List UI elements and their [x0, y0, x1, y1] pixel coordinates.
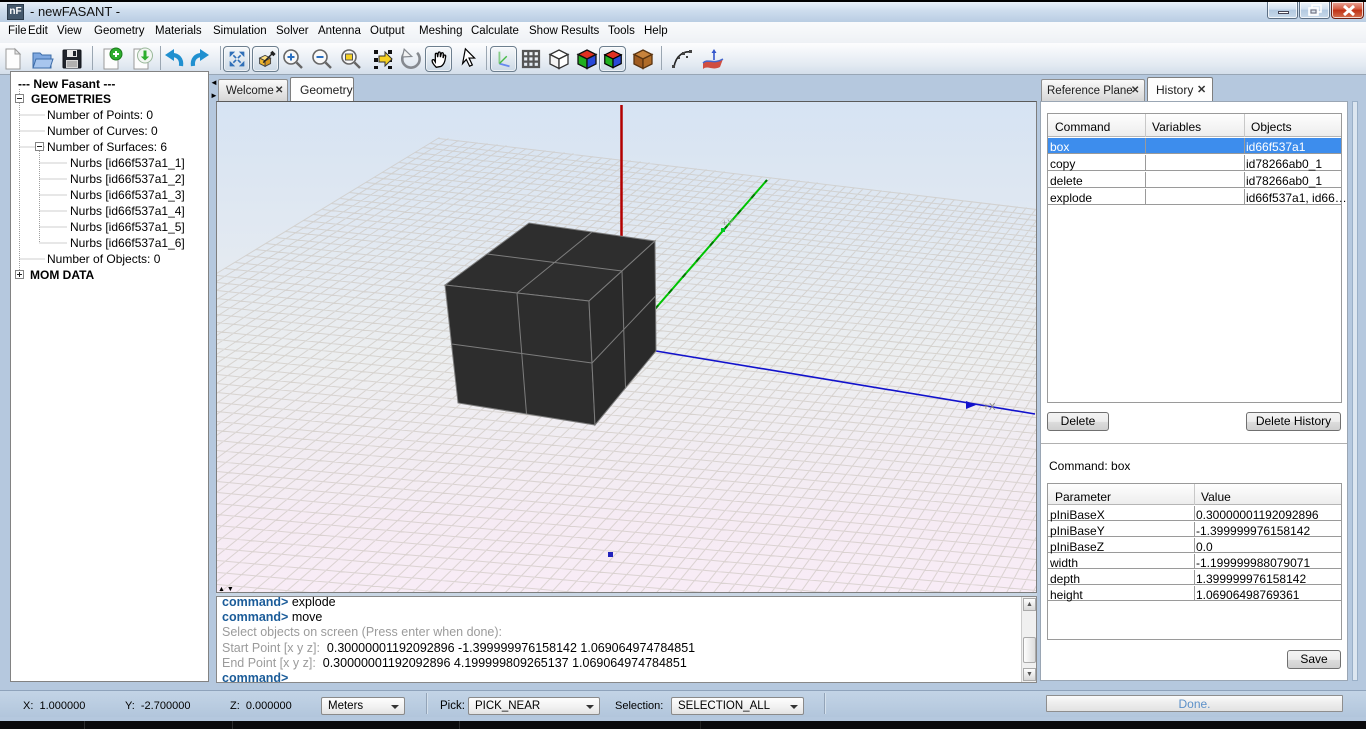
svg-text:+X: +X — [983, 402, 996, 413]
svg-text:+Y: +Y — [722, 218, 733, 228]
